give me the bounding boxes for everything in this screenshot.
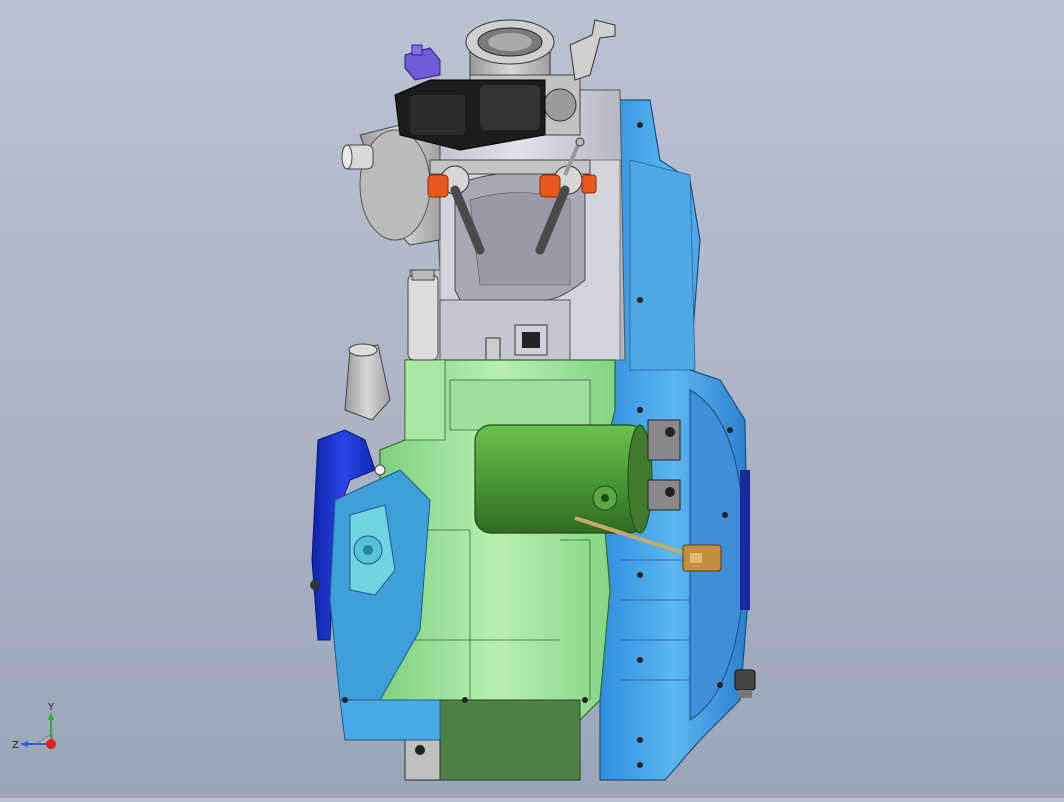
- z-axis-label: Z: [12, 740, 19, 751]
- engine-model[interactable]: [0, 0, 1064, 798]
- y-axis-label: Y: [47, 702, 55, 713]
- coordinate-triad-icon: Y Z: [12, 702, 56, 751]
- breather-tube: [407, 269, 439, 361]
- coordinate-triad: Y Z: [8, 700, 68, 760]
- cad-viewport[interactable]: [0, 0, 1064, 798]
- purple-connector: [404, 44, 441, 81]
